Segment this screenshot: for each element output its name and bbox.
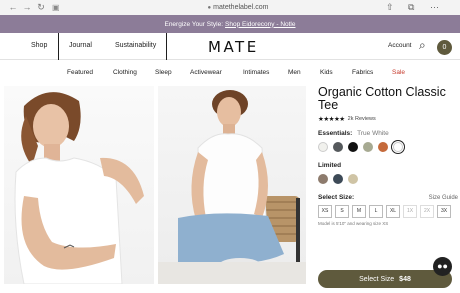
product-title: Organic Cotton Classic Tee: [318, 85, 446, 112]
arrow-left-icon[interactable]: ←: [6, 0, 20, 15]
nav-fabrics[interactable]: Fabrics: [352, 69, 373, 76]
color-swatch[interactable]: [333, 174, 343, 184]
header-link-sustainability[interactable]: Sustainability: [115, 42, 156, 49]
size-option-l[interactable]: L: [369, 205, 383, 218]
promo-banner: Energize Your Style: Shop Eidorecony - N…: [0, 15, 460, 33]
color-swatch[interactable]: [393, 142, 403, 152]
cart-count: 0: [442, 44, 447, 51]
product-image-front[interactable]: [4, 86, 154, 284]
size-options: XS S M L XL 1X 2X 3X: [318, 205, 458, 218]
rating[interactable]: ★★★★★ 2k Reviews: [318, 115, 458, 123]
address-bar[interactable]: ● matethelabel.com: [168, 2, 308, 13]
review-count[interactable]: 2k Reviews: [348, 116, 376, 122]
size-option-s[interactable]: S: [335, 205, 349, 218]
model-illustration: [158, 90, 306, 284]
color-swatch[interactable]: [348, 142, 358, 152]
nav-activewear[interactable]: Activewear: [190, 69, 222, 76]
essentials-swatches: [318, 142, 458, 152]
size-guide-link[interactable]: Size Guide: [429, 195, 458, 201]
chat-icon[interactable]: ●●: [433, 257, 452, 276]
nav-kids[interactable]: Kids: [320, 69, 333, 76]
nav-sleep[interactable]: Sleep: [155, 69, 172, 76]
nav-sale[interactable]: Sale: [392, 69, 405, 76]
essentials-title: Essentials:: [318, 130, 353, 137]
size-option-xs[interactable]: XS: [318, 205, 332, 218]
color-swatch[interactable]: [363, 142, 373, 152]
reload-icon[interactable]: ↻: [34, 0, 48, 15]
category-nav: Featured Clothing Sleep Activewear Intim…: [0, 60, 460, 86]
model-illustration: [14, 92, 144, 284]
tab-count-icon[interactable]: ⧉: [408, 0, 414, 15]
color-swatch[interactable]: [348, 174, 358, 184]
size-option-3x[interactable]: 3X: [437, 205, 451, 218]
limited-swatches: [318, 174, 458, 184]
nav-men[interactable]: Men: [288, 69, 301, 76]
essentials-label: Essentials: True White: [318, 130, 458, 137]
star-rating: ★★★★★: [318, 116, 345, 123]
add-to-bag-button[interactable]: Select Size $48: [318, 270, 452, 288]
size-header: Select Size: Size Guide: [318, 194, 458, 201]
limited-label: Limited: [318, 162, 342, 169]
promo-text: Energize Your Style:: [164, 20, 224, 28]
site-header: Shop Journal Sustainability MATE Account…: [0, 33, 460, 60]
product-info: Organic Cotton Classic Tee ★★★★★ 2k Revi…: [318, 86, 458, 226]
size-option-xl[interactable]: XL: [386, 205, 400, 218]
size-option-1x[interactable]: 1X: [403, 205, 417, 218]
url-text: matethelabel.com: [213, 4, 269, 11]
product-image-seated[interactable]: [158, 86, 306, 284]
color-swatch[interactable]: [333, 142, 343, 152]
nav-intimates[interactable]: Intimates: [243, 69, 269, 76]
selected-color: True White: [357, 130, 389, 137]
header-link-journal[interactable]: Journal: [69, 42, 92, 49]
product-price: $48: [399, 275, 411, 283]
cart-icon[interactable]: 0: [437, 40, 452, 55]
color-swatch[interactable]: [318, 174, 328, 184]
header-link-shop[interactable]: Shop: [31, 42, 47, 49]
color-swatch[interactable]: [378, 142, 388, 152]
header-divider: [166, 33, 167, 60]
more-icon[interactable]: ⋯: [430, 0, 439, 15]
browser-toolbar: ← → ↻ ▣ ● matethelabel.com ⇧ ⧉ ⋯: [0, 0, 460, 15]
size-note: Model is 5'10" and wearing size XS: [318, 221, 389, 226]
size-label: Select Size:: [318, 194, 355, 201]
share-icon[interactable]: ⇧: [386, 0, 394, 15]
add-button-label: Select Size: [359, 275, 395, 283]
lock-icon: ●: [207, 4, 212, 11]
size-option-2x[interactable]: 2X: [420, 205, 434, 218]
search-icon[interactable]: ⌕: [419, 39, 426, 51]
site-logo[interactable]: MATE: [208, 38, 259, 56]
arrow-right-icon[interactable]: →: [20, 0, 34, 15]
nav-clothing[interactable]: Clothing: [113, 69, 137, 76]
color-swatch[interactable]: [318, 142, 328, 152]
header-divider: [58, 33, 59, 60]
size-option-m[interactable]: M: [352, 205, 366, 218]
nav-featured[interactable]: Featured: [67, 69, 93, 76]
tabs-icon[interactable]: ▣: [52, 3, 60, 12]
promo-link[interactable]: Shop Eidorecony - Notle: [225, 21, 295, 28]
account-link[interactable]: Account: [388, 42, 412, 49]
